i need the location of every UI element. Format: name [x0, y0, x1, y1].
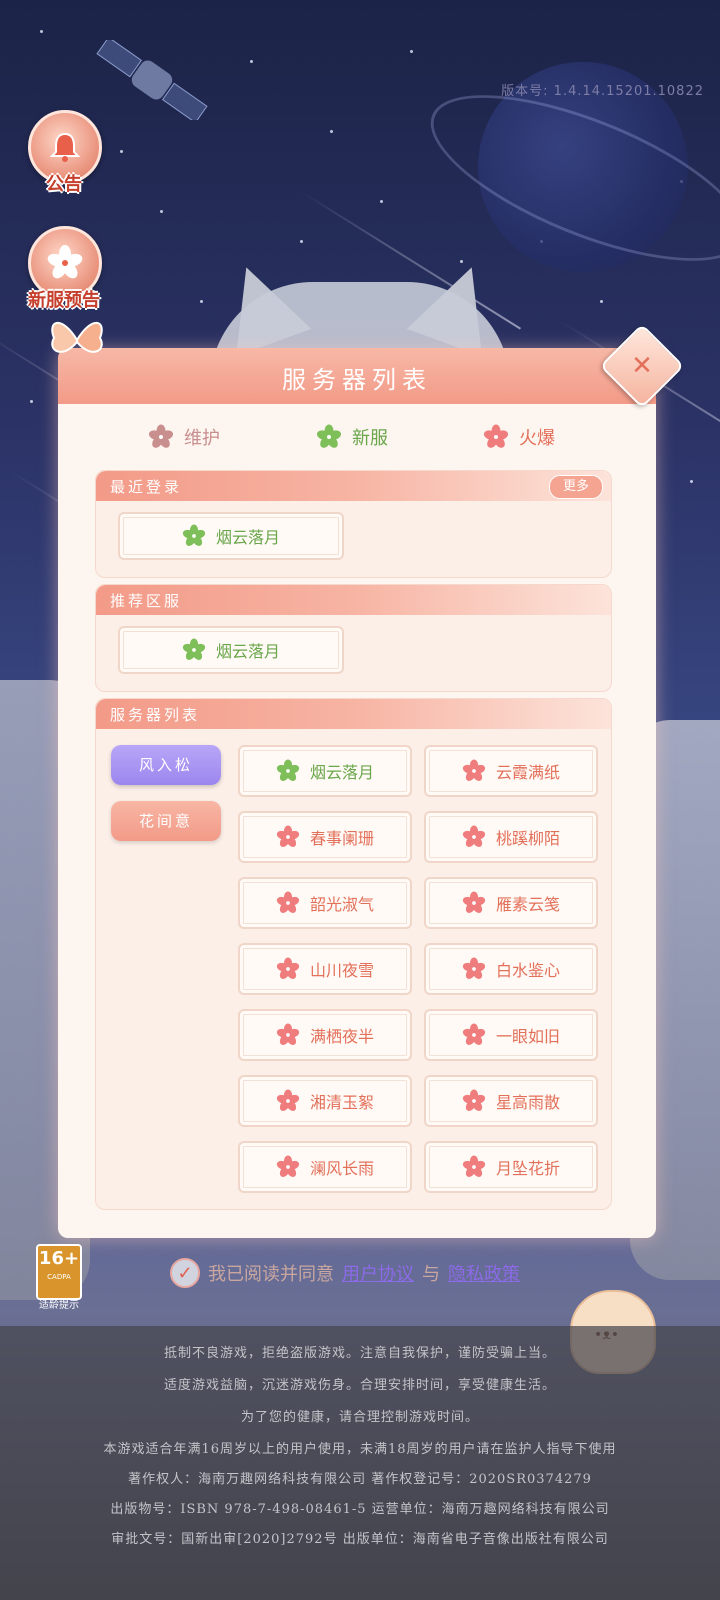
- flower-icon: [276, 759, 300, 781]
- new-server-preview-button[interactable]: 新服预告: [28, 226, 102, 312]
- legend-hot-label: 火爆: [519, 428, 555, 449]
- butterfly-icon: [51, 321, 103, 353]
- server-item[interactable]: 湘清玉絮: [238, 1075, 412, 1127]
- flower-icon: [182, 638, 206, 660]
- footer-line: 抵制不良游戏，拒绝盗版游戏。注意自我保护，谨防受骗上当。: [163, 1346, 556, 1361]
- legend-new: 新服: [316, 424, 388, 450]
- server-name: 一眼如旧: [495, 1027, 560, 1046]
- flower-icon: [462, 759, 486, 781]
- footer-notice: 抵制不良游戏，拒绝盗版游戏。注意自我保护，谨防受骗上当。 适度游戏益脑，沉迷游戏…: [0, 1326, 720, 1600]
- server-name: 山川夜雪: [309, 961, 374, 980]
- footer-line: 审批文号：国新出审[2020]2792号 出版单位：海南省电子音像出版社有限公司: [111, 1532, 609, 1547]
- flower-icon: [462, 1089, 486, 1111]
- server-name: 烟云落月: [309, 763, 374, 782]
- server-name: 韶光淑气: [309, 895, 374, 914]
- age-rating-org: CADPA: [47, 1273, 71, 1281]
- server-item[interactable]: 烟云落月: [238, 745, 412, 797]
- footer-line: 适度游戏益脑，沉迷游戏伤身。合理安排时间，享受健康生活。: [163, 1378, 556, 1393]
- check-icon: ✓: [177, 1262, 193, 1284]
- footer-line: 出版物号：ISBN 978-7-498-08461-5 运营单位：海南万趣网络科…: [110, 1502, 610, 1517]
- flower-icon: [462, 825, 486, 847]
- server-item[interactable]: 澜风长雨: [238, 1141, 412, 1193]
- server-name: 星高雨散: [495, 1093, 560, 1112]
- agreement-conjunction: 与: [422, 1264, 440, 1285]
- server-name: 云霞满纸: [495, 763, 560, 782]
- server-list-title: 服务器列表: [110, 706, 201, 724]
- tab-huajianyi[interactable]: 花间意: [111, 801, 221, 841]
- flower-icon: [148, 424, 174, 448]
- more-button[interactable]: 更多: [549, 475, 603, 499]
- flower-icon: [483, 424, 509, 448]
- flower-icon: [462, 891, 486, 913]
- recent-login-title: 最近登录: [110, 478, 183, 496]
- flower-icon: [276, 1089, 300, 1111]
- server-item[interactable]: 春事阑珊: [238, 811, 412, 863]
- footer-line: 著作权人：海南万趣网络科技有限公司 著作权登记号：2020SR0374279: [128, 1472, 592, 1487]
- recommended-server-item[interactable]: 烟云落月: [118, 626, 344, 674]
- legend-hot: 火爆: [483, 424, 555, 450]
- flower-icon: [276, 1155, 300, 1177]
- server-name: 春事阑珊: [309, 829, 374, 848]
- announcement-label: 公告: [46, 174, 82, 195]
- server-item[interactable]: 雁素云笺: [424, 877, 598, 929]
- flower-icon: [276, 957, 300, 979]
- version-label: 版本号: 1.4.14.15201.10822: [501, 84, 704, 99]
- legend-maintenance-label: 维护: [184, 428, 220, 449]
- agreement-row: ✓ 我已阅读并同意 用户协议 与 隐私政策: [170, 1258, 520, 1288]
- server-item[interactable]: 一眼如旧: [424, 1009, 598, 1061]
- server-name: 满栖夜半: [309, 1027, 374, 1046]
- announcement-button[interactable]: 公告: [28, 110, 102, 196]
- flower-icon: [316, 424, 342, 448]
- footer-line: 为了您的健康，请合理控制游戏时间。: [240, 1410, 479, 1425]
- flower-icon: [462, 957, 486, 979]
- flower-icon: [182, 524, 206, 546]
- server-item[interactable]: 韶光淑气: [238, 877, 412, 929]
- server-name: 桃蹊柳陌: [495, 829, 560, 848]
- server-item[interactable]: 满栖夜半: [238, 1009, 412, 1061]
- flower-icon: [462, 1023, 486, 1045]
- flower-icon: [276, 1023, 300, 1045]
- server-item[interactable]: 山川夜雪: [238, 943, 412, 995]
- age-rating-badge: 16+ CADPA: [36, 1244, 82, 1300]
- server-item[interactable]: 星高雨散: [424, 1075, 598, 1127]
- user-agreement-link[interactable]: 用户协议: [342, 1260, 414, 1286]
- legend-maintenance: 维护: [148, 424, 220, 450]
- recent-server-item[interactable]: 烟云落月: [118, 512, 344, 560]
- server-item[interactable]: 桃蹊柳陌: [424, 811, 598, 863]
- footer-line: 本游戏适合年满16周岁以上的用户使用，未满18周岁的用户请在监护人指导下使用: [103, 1442, 617, 1457]
- age-rating-number: 16+: [38, 1248, 80, 1269]
- server-name: 月坠花折: [495, 1159, 560, 1178]
- server-name: 烟云落月: [215, 528, 280, 547]
- legend-new-label: 新服: [352, 428, 388, 449]
- flower-icon: [276, 825, 300, 847]
- server-name: 湘清玉絮: [309, 1093, 374, 1112]
- server-item[interactable]: 白水鉴心: [424, 943, 598, 995]
- panel-title: 服务器列表: [282, 366, 432, 394]
- server-item[interactable]: 月坠花折: [424, 1141, 598, 1193]
- satellite-icon: [96, 40, 208, 120]
- close-icon: ✕: [631, 351, 653, 381]
- server-name: 烟云落月: [215, 642, 280, 661]
- server-item[interactable]: 云霞满纸: [424, 745, 598, 797]
- privacy-policy-link[interactable]: 隐私政策: [448, 1260, 520, 1286]
- server-name: 澜风长雨: [309, 1159, 374, 1178]
- age-rating-label: 适龄提示: [39, 1300, 79, 1311]
- tab-fengrusong[interactable]: 风入松: [111, 745, 221, 785]
- new-server-preview-label: 新服预告: [28, 290, 100, 311]
- server-name: 雁素云笺: [495, 895, 560, 914]
- flower-icon: [462, 1155, 486, 1177]
- panel-header: 服务器列表: [58, 348, 656, 404]
- agreement-checkbox[interactable]: ✓: [170, 1258, 200, 1288]
- recommended-title: 推荐区服: [110, 592, 183, 610]
- flower-icon: [276, 891, 300, 913]
- agreement-prefix: 我已阅读并同意: [208, 1264, 334, 1285]
- server-name: 白水鉴心: [495, 961, 560, 980]
